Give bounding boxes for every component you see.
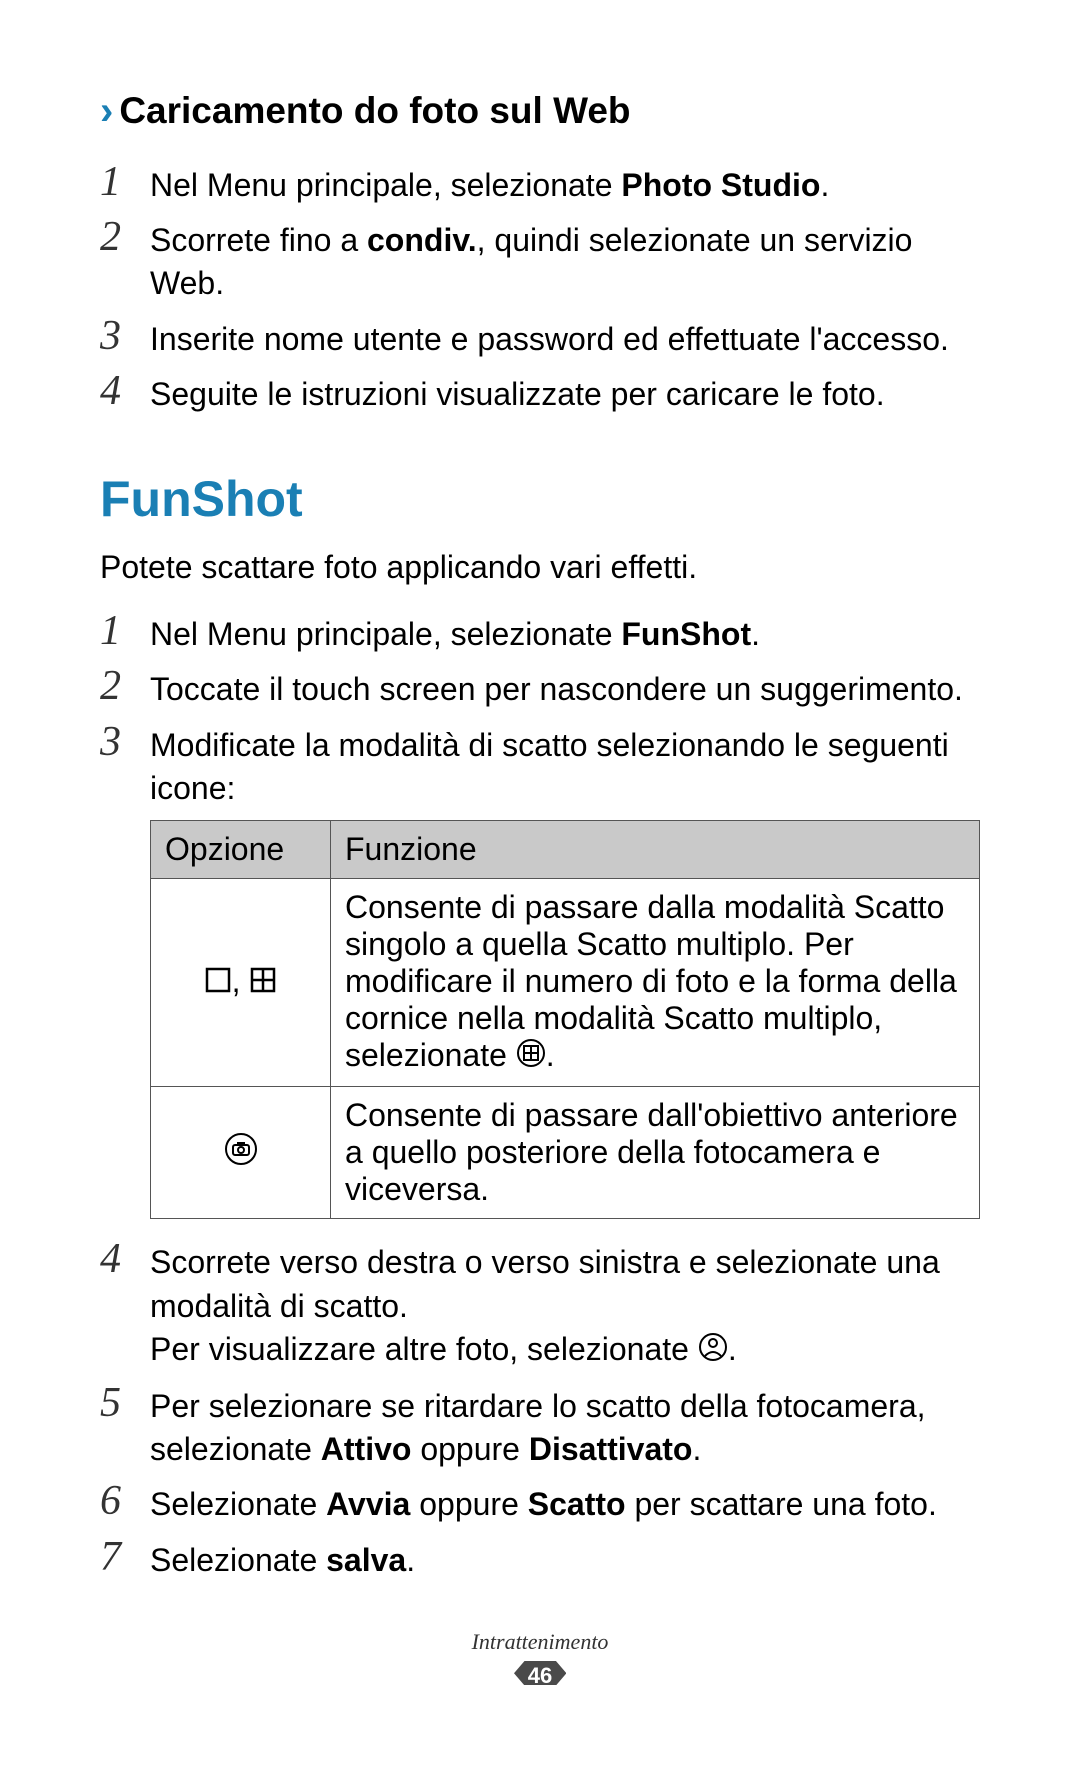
intro-paragraph: Potete scattare foto applicando vari eff… <box>100 546 980 589</box>
table-header-function: Funzione <box>331 820 980 878</box>
page-number: 46 <box>514 1661 566 1691</box>
section-heading: FunShot <box>100 470 980 528</box>
steps-list-1: 1 Nel Menu principale, selezionate Photo… <box>100 160 980 416</box>
steps-list-3: 4 Scorrete verso destra o verso sinistra… <box>100 1237 980 1581</box>
step-number: 1 <box>100 609 150 653</box>
table-row: Consente di passare dall'obiettivo anter… <box>151 1087 980 1219</box>
step-text: Per selezionare se ritardare lo scatto d… <box>150 1381 980 1471</box>
person-icon <box>698 1330 728 1373</box>
step-number: 3 <box>100 314 150 358</box>
step: 2 Scorrete fino a condiv., quindi selezi… <box>100 215 980 305</box>
page-number-badge: 46 <box>514 1661 566 1691</box>
step: 7 Selezionate salva. <box>100 1535 980 1582</box>
step: 6 Selezionate Avvia oppure Scatto per sc… <box>100 1479 980 1526</box>
step-text: Seguite le istruzioni visualizzate per c… <box>150 369 980 416</box>
step-number: 5 <box>100 1381 150 1425</box>
page-footer: Intrattenimento 46 <box>0 1629 1080 1691</box>
step-text: Scorrete verso destra o verso sinistra e… <box>150 1237 980 1373</box>
options-table: Opzione Funzione , Consente di <box>150 820 980 1220</box>
step-number: 4 <box>100 369 150 413</box>
step-number: 6 <box>100 1479 150 1523</box>
subsection-title: Caricamento do foto sul Web <box>119 90 630 132</box>
step-text: Inserite nome utente e password ed effet… <box>150 314 980 361</box>
options-table-wrapper: Opzione Funzione , Consente di <box>150 820 980 1220</box>
table-row: , Consente di passare dalla modalità Sca… <box>151 878 980 1087</box>
step-text: Selezionate salva. <box>150 1535 980 1582</box>
step: 1 Nel Menu principale, selezionate Photo… <box>100 160 980 207</box>
step-number: 7 <box>100 1535 150 1579</box>
footer-section-name: Intrattenimento <box>0 1629 1080 1655</box>
step-text: Nel Menu principale, selezionate FunShot… <box>150 609 980 656</box>
step: 3 Inserite nome utente e password ed eff… <box>100 314 980 361</box>
document-page: › Caricamento do foto sul Web 1 Nel Menu… <box>0 0 1080 1771</box>
step-number: 3 <box>100 720 150 764</box>
step: 1 Nel Menu principale, selezionate FunSh… <box>100 609 980 656</box>
step: 5 Per selezionare se ritardare lo scatto… <box>100 1381 980 1471</box>
option-icons-cell: , <box>151 878 331 1087</box>
frame-settings-icon <box>516 1038 546 1076</box>
function-cell: Consente di passare dalla modalità Scatt… <box>331 878 980 1087</box>
function-cell: Consente di passare dall'obiettivo anter… <box>331 1087 980 1219</box>
step: 4 Scorrete verso destra o verso sinistra… <box>100 1237 980 1373</box>
step-number: 2 <box>100 664 150 708</box>
step-text: Toccate il touch screen per nascondere u… <box>150 664 980 711</box>
step-text: Nel Menu principale, selezionate Photo S… <box>150 160 980 207</box>
step: 3 Modificate la modalità di scatto selez… <box>100 720 980 810</box>
step-text: Modificate la modalità di scatto selezio… <box>150 720 980 810</box>
step-number: 1 <box>100 160 150 204</box>
single-shot-icon <box>204 965 232 1002</box>
step-number: 2 <box>100 215 150 259</box>
chevron-right-icon: › <box>100 91 113 131</box>
switch-camera-icon <box>224 1132 258 1174</box>
table-header-option: Opzione <box>151 820 331 878</box>
step-text: Scorrete fino a condiv., quindi selezion… <box>150 215 980 305</box>
steps-list-2: 1 Nel Menu principale, selezionate FunSh… <box>100 609 980 810</box>
step-text: Selezionate Avvia oppure Scatto per scat… <box>150 1479 980 1526</box>
step-number: 4 <box>100 1237 150 1281</box>
option-icons-cell <box>151 1087 331 1219</box>
subsection-heading: › Caricamento do foto sul Web <box>100 90 980 132</box>
step: 2 Toccate il touch screen per nascondere… <box>100 664 980 711</box>
step: 4 Seguite le istruzioni visualizzate per… <box>100 369 980 416</box>
multi-shot-icon <box>249 965 277 1002</box>
